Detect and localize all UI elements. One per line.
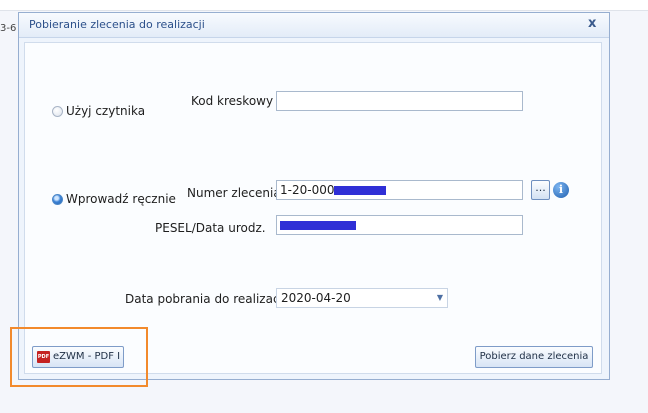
dialog-content: Użyj czytnika Kod kreskowy Wprowadź ręcz…: [24, 42, 602, 374]
dialog-titlebar: Pobieranie zlecenia do realizacji x: [19, 13, 609, 38]
info-icon[interactable]: i: [553, 182, 569, 198]
order-number-value: 1-20-000: [280, 183, 335, 197]
background-clipped-text: 3-6: [0, 23, 17, 34]
order-number-input[interactable]: 1-20-000: [276, 180, 523, 200]
dialog-title: Pobieranie zlecenia do realizacji: [29, 18, 205, 31]
background-divider: [0, 10, 648, 11]
browse-button[interactable]: ...: [531, 180, 550, 200]
download-date-label: Data pobrania do realizacji: [125, 292, 287, 306]
reader-radio-label[interactable]: Użyj czytnika: [66, 104, 145, 118]
manual-radio[interactable]: [52, 194, 63, 205]
highlight-box: [10, 327, 148, 387]
fetch-order-button[interactable]: Pobierz dane zlecenia: [475, 346, 593, 368]
reader-radio[interactable]: [52, 106, 63, 117]
redaction-bar: [280, 221, 356, 230]
redaction-bar: [334, 186, 387, 195]
download-date-picker[interactable]: 2020-04-20 ▼: [276, 288, 448, 308]
barcode-label: Kod kreskowy: [191, 94, 274, 108]
pesel-label: PESEL/Data urodz.: [155, 221, 266, 235]
close-icon[interactable]: x: [588, 16, 596, 32]
order-download-dialog: Pobieranie zlecenia do realizacji x Użyj…: [18, 12, 610, 380]
barcode-input[interactable]: [276, 91, 523, 111]
download-date-value: 2020-04-20: [281, 291, 351, 305]
manual-radio-label[interactable]: Wprowadź ręcznie: [66, 192, 176, 206]
background-top-strip: [0, 0, 648, 10]
order-number-label: Numer zlecenia: [187, 186, 281, 200]
pesel-input[interactable]: [276, 215, 523, 235]
chevron-down-icon[interactable]: ▼: [437, 289, 443, 307]
